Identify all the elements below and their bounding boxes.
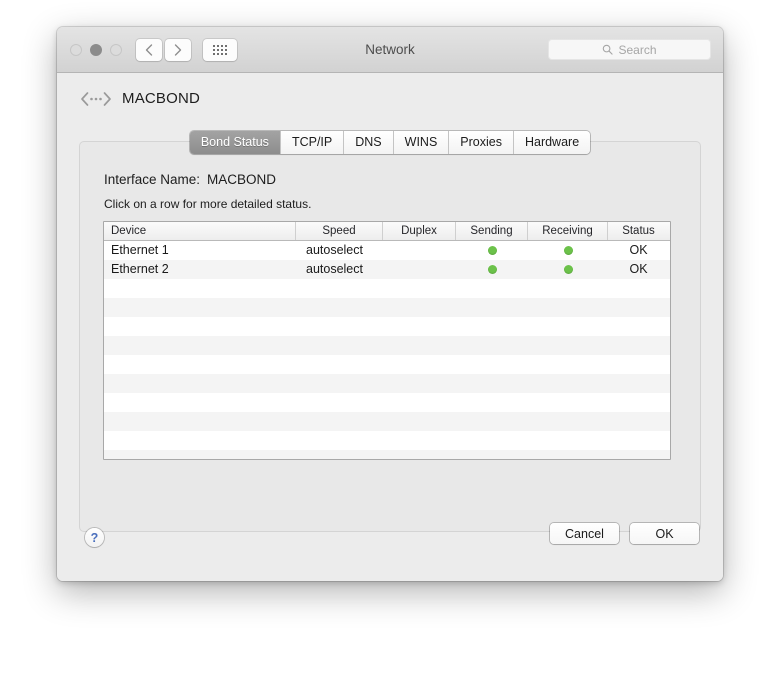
window-content: MACBOND Bond Status TCP/IP DNS WINS Prox… (57, 73, 723, 581)
bond-status-panel: Interface Name: MACBOND Click on a row fo… (80, 142, 700, 531)
cell-status: OK (629, 262, 648, 276)
tab-dns[interactable]: DNS (343, 131, 393, 154)
column-header-sending[interactable]: Sending (456, 222, 528, 240)
table-row-empty[interactable] (104, 279, 670, 298)
cell-device: Ethernet 2 (111, 262, 169, 276)
network-bond-icon (81, 91, 111, 106)
cell-duplex (383, 260, 456, 279)
table-header-row: Device Speed Duplex Sending Receiving St… (104, 222, 670, 241)
table-row[interactable]: Ethernet 1 autoselect OK (104, 241, 670, 260)
table-row-empty[interactable] (104, 298, 670, 317)
dialog-footer: ? Cancel OK (57, 514, 723, 581)
show-all-grid-icon (213, 44, 227, 55)
search-input[interactable]: Search (548, 39, 711, 60)
table-row-empty[interactable] (104, 374, 670, 393)
search-placeholder: Search (618, 42, 657, 57)
bond-member-table[interactable]: Device Speed Duplex Sending Receiving St… (103, 221, 671, 460)
cell-speed: autoselect (306, 243, 363, 257)
cell-receiving (528, 260, 608, 279)
column-header-receiving[interactable]: Receiving (528, 222, 608, 240)
cell-sending (456, 241, 528, 260)
minimize-button[interactable] (90, 43, 102, 56)
chevron-left-icon (145, 43, 153, 56)
close-button[interactable] (70, 43, 82, 56)
table-row-empty[interactable] (104, 336, 670, 355)
cancel-button[interactable]: Cancel (550, 523, 619, 544)
forward-button[interactable] (165, 38, 191, 61)
tab-proxies[interactable]: Proxies (448, 131, 513, 154)
cell-duplex (383, 241, 456, 260)
table-row-empty[interactable] (104, 393, 670, 412)
traffic-light-group (70, 43, 122, 56)
tab-hardware[interactable]: Hardware (512, 131, 591, 154)
tab-bond-status[interactable]: Bond Status (189, 131, 280, 154)
action-button-group: Cancel OK (550, 523, 699, 544)
interface-name-label: Interface Name: (104, 172, 201, 187)
table-row-empty[interactable] (104, 412, 670, 431)
tab-wins[interactable]: WINS (392, 131, 449, 154)
tab-tcpip[interactable]: TCP/IP (279, 131, 344, 154)
cell-device: Ethernet 1 (111, 243, 169, 257)
column-header-duplex[interactable]: Duplex (383, 222, 456, 240)
zoom-button[interactable] (110, 43, 122, 56)
cell-speed: autoselect (306, 262, 363, 276)
interface-header: MACBOND (57, 73, 723, 107)
cell-receiving (528, 241, 608, 260)
table-row-empty[interactable] (104, 431, 670, 450)
show-all-button[interactable] (203, 38, 237, 61)
table-body: Ethernet 1 autoselect OK Ethernet 2 autosele… (104, 241, 670, 459)
interface-name-value: MACBOND (207, 172, 277, 187)
tab-group: Bond Status TCP/IP DNS WINS Proxies Hard… (189, 131, 591, 154)
table-row-empty[interactable] (104, 450, 670, 459)
table-row[interactable]: Ethernet 2 autoselect OK (104, 260, 670, 279)
back-button[interactable] (136, 38, 162, 61)
column-header-status[interactable]: Status (608, 222, 669, 240)
window-titlebar: Network Search (57, 27, 723, 73)
search-icon (603, 44, 614, 55)
receiving-indicator-dot (563, 265, 573, 275)
sending-indicator-dot (487, 265, 497, 275)
column-header-speed[interactable]: Speed (296, 222, 383, 240)
navigation-buttons (136, 38, 191, 61)
status-hint-text: Click on a row for more detailed status. (104, 197, 312, 211)
cell-status: OK (629, 243, 648, 257)
table-row-empty[interactable] (104, 317, 670, 336)
cell-sending (456, 260, 528, 279)
tab-bar: Bond Status TCP/IP DNS WINS Proxies Hard… (57, 131, 723, 154)
ok-button[interactable]: OK (630, 523, 699, 544)
receiving-indicator-dot (563, 246, 573, 256)
chevron-right-icon (174, 43, 182, 56)
sending-indicator-dot (487, 246, 497, 256)
column-header-device[interactable]: Device (104, 222, 296, 240)
interface-title: MACBOND (122, 90, 201, 107)
table-row-empty[interactable] (104, 355, 670, 374)
network-preferences-window: Network Search MACBOND Bond Status TCP/I… (57, 27, 723, 581)
help-button[interactable]: ? (85, 528, 104, 547)
